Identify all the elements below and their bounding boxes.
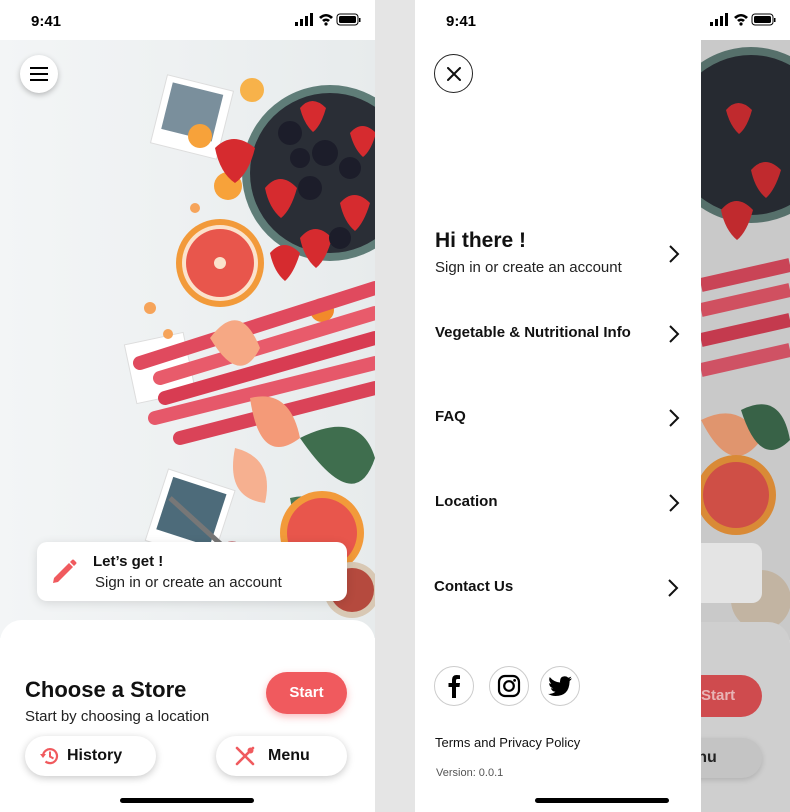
utensils-icon xyxy=(235,746,255,766)
status-bar: 9:41 xyxy=(415,0,790,40)
sheet-title: Choose a Store xyxy=(25,677,187,702)
history-icon xyxy=(40,748,59,765)
drawer-item-contact[interactable]: Contact Us xyxy=(434,578,681,598)
account-item[interactable]: Hi there ! Sign in or create an account xyxy=(435,229,681,279)
twitter-icon xyxy=(548,676,572,696)
drawer-item-faq[interactable]: FAQ xyxy=(435,408,681,428)
chevron-right-icon xyxy=(669,409,680,427)
menu-button[interactable]: Menu xyxy=(216,736,347,776)
version-text: Version: 0.0.1 xyxy=(436,767,504,779)
status-icons xyxy=(710,13,776,26)
close-button[interactable] xyxy=(434,54,473,93)
chevron-right-icon xyxy=(669,245,680,263)
start-button[interactable]: Start xyxy=(266,672,347,714)
history-label: History xyxy=(67,747,123,764)
close-icon xyxy=(446,66,461,81)
home-indicator xyxy=(535,798,669,803)
drawer-item-label: FAQ xyxy=(435,408,466,425)
instagram-icon xyxy=(497,674,521,698)
terms-link[interactable]: Terms and Privacy Policy xyxy=(435,735,580,750)
side-drawer: Hi there ! Sign in or create an account … xyxy=(415,40,701,812)
sheet-subtitle: Start by choosing a location xyxy=(25,708,210,725)
pencil-icon xyxy=(53,559,77,583)
twitter-button[interactable] xyxy=(540,666,580,706)
menu-label: Menu xyxy=(268,747,310,764)
facebook-icon xyxy=(448,675,460,698)
drawer-item-label: Contact Us xyxy=(434,578,514,595)
chevron-right-icon xyxy=(669,494,680,512)
home-screen: 9:41 Let’s get ! Sign in or create an ac… xyxy=(0,0,375,812)
greeting-title: Hi there ! xyxy=(435,229,527,252)
store-bottom-sheet: Choose a Store Start by choosing a locat… xyxy=(0,620,375,812)
status-icons xyxy=(295,13,361,26)
drawer-screen: 9:41 Start Hi there ! Sign in or create … xyxy=(415,0,790,812)
drawer-item-nutrition[interactable]: Vegetable & Nutritional Info xyxy=(435,324,681,344)
status-bar: 9:41 xyxy=(0,0,375,40)
facebook-button[interactable] xyxy=(434,666,474,706)
drawer-item-label: Location xyxy=(435,493,498,510)
chevron-right-icon xyxy=(669,325,680,343)
home-indicator xyxy=(120,798,254,803)
status-time: 9:41 xyxy=(446,13,477,30)
chevron-right-icon xyxy=(668,579,679,597)
hamburger-menu-button[interactable] xyxy=(20,55,58,93)
promo-title: Let’s get ! xyxy=(93,553,164,570)
promo-subtitle: Sign in or create an account xyxy=(95,574,282,591)
sign-in-promo-card[interactable]: Let’s get ! Sign in or create an account xyxy=(37,542,347,601)
instagram-button[interactable] xyxy=(489,666,529,706)
history-button[interactable]: History xyxy=(25,736,156,776)
greeting-subtitle: Sign in or create an account xyxy=(435,259,622,276)
drawer-item-location[interactable]: Location xyxy=(435,493,681,513)
hamburger-icon xyxy=(30,67,48,81)
status-time: 9:41 xyxy=(31,13,62,30)
drawer-item-label: Vegetable & Nutritional Info xyxy=(435,324,631,341)
